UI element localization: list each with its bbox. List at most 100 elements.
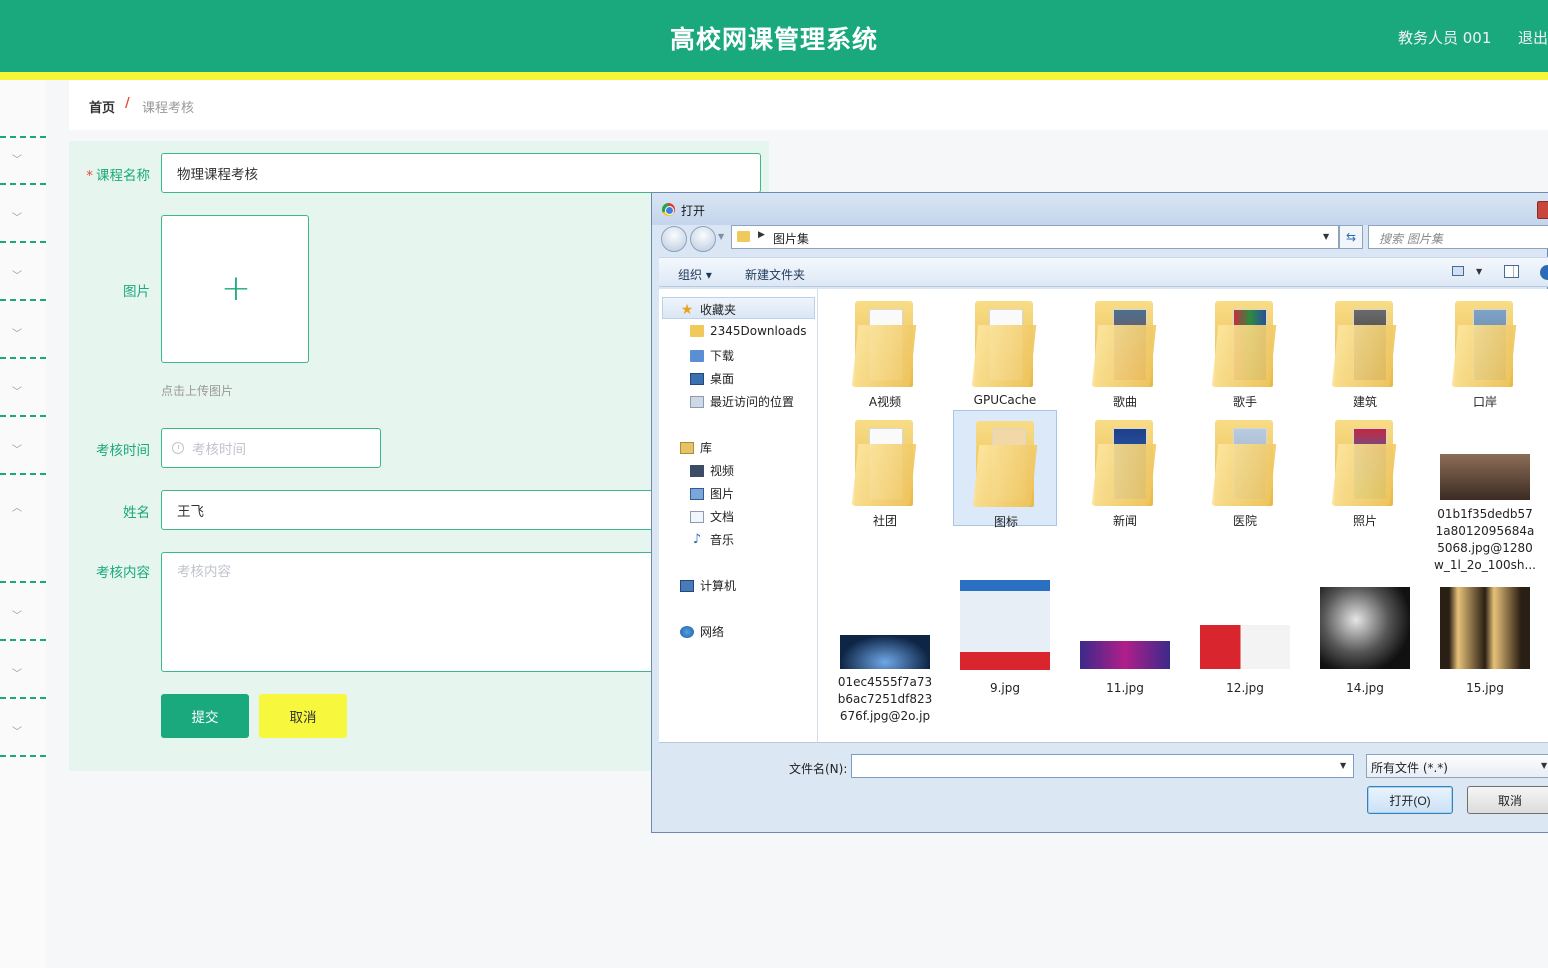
help-icon[interactable] [1540,265,1548,280]
chevron-up-icon: ︿ [12,503,22,514]
folder-item[interactable]: 医院 [1193,410,1297,528]
close-icon[interactable] [1537,201,1548,219]
exam-time-picker[interactable]: 考核时间 [161,428,381,468]
search-input[interactable]: 搜索 图片集 [1368,225,1548,249]
folder-item[interactable]: A视频 [833,291,937,409]
sidebar-item[interactable]: ﹀ [0,417,46,475]
required-mark: * [86,168,93,184]
library-icon [680,441,694,454]
clock-icon [172,442,184,454]
chrome-icon [662,203,675,216]
sidebar-item-expanded[interactable]: ︿ [0,475,46,583]
video-icon [690,464,704,477]
chevron-down-icon: ﹀ [12,727,22,738]
music-icon: ♪ [692,531,702,547]
sidebar-item[interactable]: ﹀ [0,185,46,243]
chevron-down-icon: ﹀ [12,213,22,224]
nav-documents[interactable]: 文档 [690,508,734,525]
user-label: 教务人员 001 [1398,29,1492,47]
sidebar-item[interactable]: ﹀ [0,127,46,185]
file-type-select[interactable]: 所有文件 (*.*) ▼ [1366,754,1548,778]
folder-item[interactable]: 歌曲 [1073,291,1177,409]
logout-link[interactable]: 退出 [1518,27,1548,48]
forward-button[interactable] [690,226,716,252]
breadcrumb-arrow-icon: ▶ [758,230,765,240]
chevron-down-icon: ﹀ [12,669,22,680]
nav-music[interactable]: ♪ 音乐 [690,531,734,548]
folder-item[interactable]: 社团 [833,410,937,528]
filename-dropdown-icon[interactable]: ▼ [1340,761,1346,770]
image-file-item[interactable]: 15.jpg [1433,579,1537,697]
folder-item[interactable]: 歌手 [1193,291,1297,409]
dialog-cancel-button[interactable]: 取消 [1467,786,1548,814]
open-button[interactable]: 打开(O) [1367,786,1453,814]
folder-item[interactable]: 建筑 [1313,291,1417,409]
address-text: 图片集 [773,232,810,246]
folder-icon [737,231,750,242]
folder-item-selected[interactable]: 图标 [953,410,1057,529]
submit-button[interactable]: 提交 [161,694,249,738]
back-button[interactable] [661,226,687,252]
nav-library[interactable]: 库 [680,439,712,456]
desktop-icon [690,372,704,385]
recent-locations-dropdown[interactable]: ▼ [718,232,724,241]
breadcrumb-separator: / [125,96,130,111]
app-title: 高校网课管理系统 [669,25,878,54]
file-open-dialog: 打开 ▼ ▶ 图片集 ▼ ⇆ 搜索 图片集 组织 ▾ 新建文件夹 ▼ ★ 收藏夹 … [651,192,1548,833]
sidebar: ﹀ ﹀ ﹀ ﹀ ﹀ ﹀ ︿ ﹀ ﹀ ﹀ [0,80,46,968]
nav-downloads[interactable]: 下载 [690,347,734,364]
nav-recent-places[interactable]: 最近访问的位置 [690,393,794,410]
preview-pane-icon[interactable] [1504,265,1519,278]
address-dropdown-icon[interactable]: ▼ [1323,232,1329,241]
dialog-bottom-area: 文件名(N): ▼ 所有文件 (*.*) ▼ 打开(O) 取消 [659,742,1548,832]
folder-item[interactable]: GPUCache [953,291,1057,409]
image-file-item[interactable]: 11.jpg [1073,579,1177,697]
chevron-down-icon: ﹀ [12,611,22,622]
view-icon[interactable] [1452,266,1464,276]
nav-network[interactable]: 网络 [680,623,724,640]
filename-label: 文件名(N): [789,762,848,776]
name-label: 姓名 [123,505,150,521]
refresh-button[interactable]: ⇆ [1339,225,1363,249]
file-list-pane: A视频 GPUCache 歌曲 歌手 建筑 口岸 社团 图标 新闻 医院 照片 … [818,289,1548,742]
sidebar-item[interactable]: ﹀ [0,359,46,417]
folder-item[interactable]: 新闻 [1073,410,1177,528]
nav-favorites[interactable]: ★ 收藏夹 [680,301,736,318]
exam-content-textarea[interactable]: 考核内容 [161,552,661,672]
image-file-item[interactable]: 01b1f35dedb57 1a8012095684a 5068.jpg@1280 w… [1433,410,1537,580]
nav-computer[interactable]: 计算机 [680,577,736,594]
sidebar-item[interactable]: ﹀ [0,699,46,757]
course-name-input[interactable]: 物理课程考核 [161,153,761,193]
folder-icon [690,325,704,337]
image-file-item[interactable]: 01ec4555f7a73 b6ac7251df823 676f.jpg@2o.jp [833,579,937,741]
nav-desktop[interactable]: 桌面 [690,370,734,387]
breadcrumb-home[interactable]: 首页 [89,97,115,116]
image-file-item[interactable]: 14.jpg [1313,579,1417,697]
image-thumbnail [960,580,1050,670]
nav-pictures[interactable]: 图片 [690,485,734,502]
new-folder-button[interactable]: 新建文件夹 [745,266,805,283]
filename-input[interactable]: ▼ [851,754,1354,778]
top-bar: 高校网课管理系统 教务人员 001 退出 [0,0,1548,72]
cancel-button[interactable]: 取消 [259,694,347,738]
address-bar[interactable]: ▶ 图片集 ▼ [731,225,1339,249]
view-dropdown-icon[interactable]: ▼ [1476,267,1482,276]
name-input[interactable]: 王飞 [161,490,661,530]
nav-2345downloads[interactable]: 2345Downloads [690,324,806,338]
sidebar-item[interactable]: ﹀ [0,301,46,359]
sidebar-item[interactable]: ﹀ [0,243,46,301]
folder-item[interactable]: 口岸 [1433,291,1537,409]
image-file-item[interactable]: 9.jpg [953,579,1057,697]
image-thumbnail [1200,625,1290,669]
image-thumbnail [1440,587,1530,669]
sidebar-item[interactable]: ﹀ [0,583,46,641]
breadcrumb: 首页 / 课程考核 [69,80,1548,130]
image-upload-box[interactable]: + [161,215,309,363]
image-thumbnail [1080,641,1170,669]
organize-button[interactable]: 组织 ▾ [678,266,712,283]
image-file-item[interactable]: 12.jpg [1193,579,1297,697]
sidebar-item[interactable]: ﹀ [0,641,46,699]
nav-videos[interactable]: 视频 [690,462,734,479]
folder-item[interactable]: 照片 [1313,410,1417,528]
image-label: 图片 [123,284,150,300]
